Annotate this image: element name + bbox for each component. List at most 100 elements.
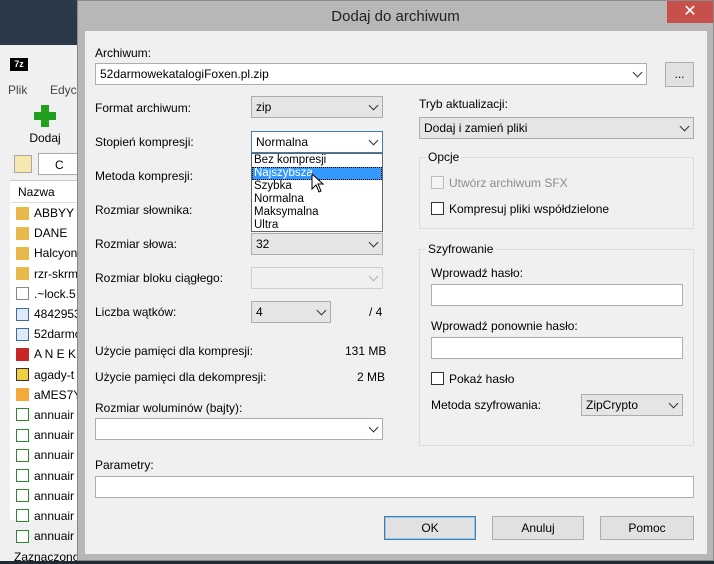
menu-edit[interactable]: Edyc — [50, 83, 77, 97]
compression-level-option[interactable]: Maksymalna — [252, 206, 382, 219]
spreadsheet-icon — [16, 489, 29, 503]
menu-file[interactable]: Plik — [8, 83, 27, 97]
compression-level-value: Normalna — [256, 135, 309, 149]
list-item-label: annuair — [34, 488, 75, 503]
compression-level-option[interactable]: Bez kompresji — [252, 154, 382, 167]
ok-button[interactable]: OK — [384, 516, 476, 540]
spreadsheet-icon — [16, 408, 29, 422]
folder-icon — [16, 246, 29, 260]
plus-icon — [34, 105, 56, 127]
chevron-down-icon — [368, 422, 379, 433]
chevron-down-icon — [368, 237, 379, 248]
archive-label: Archiwum: — [95, 46, 152, 60]
list-item-label: agady-t — [34, 367, 75, 382]
sfx-label: Utwórz archiwum SFX — [449, 176, 568, 190]
encryption-group: Szyfrowanie Wprowadź hasło: Wprowadź pon… — [419, 242, 694, 446]
password-repeat-label: Wprowadź ponownie hasło: — [431, 319, 578, 333]
folder-icon — [16, 226, 29, 240]
show-password-checkbox[interactable] — [431, 372, 444, 385]
spreadsheet-icon — [16, 469, 29, 483]
options-group-title: Opcje — [426, 150, 462, 164]
close-button[interactable]: ✕ — [667, 1, 713, 23]
compression-level-option[interactable]: Ultra — [252, 219, 382, 232]
compression-level-label: Stopień kompresji: — [95, 135, 194, 149]
spreadsheet-icon — [16, 428, 29, 442]
add-button-label: Dodaj — [29, 131, 61, 145]
word-size-label: Rozmiar słowa: — [95, 237, 178, 251]
folder-icon — [16, 267, 29, 281]
dialog-title: Dodaj do archiwum — [331, 8, 460, 25]
parameters-input[interactable] — [95, 476, 694, 498]
folder-up-icon[interactable] — [14, 155, 32, 173]
document-icon — [16, 307, 29, 321]
list-item-label: 4842953 — [34, 307, 81, 322]
pdf-icon — [16, 368, 29, 382]
dictionary-size-label: Rozmiar słownika: — [95, 203, 193, 217]
compression-level-select[interactable]: Normalna — [251, 131, 383, 153]
help-button[interactable]: Pomoc — [600, 516, 694, 540]
list-item-label: annuair — [34, 448, 75, 463]
chevron-down-icon — [632, 67, 643, 78]
dialog-client-area: Archiwum: 52darmowekatalogiFoxen.pl.zip … — [85, 31, 707, 554]
format-value: zip — [256, 100, 272, 114]
memory-compress-value: 131 MB — [345, 344, 387, 358]
list-item-label: Halcyon — [34, 246, 78, 261]
image-icon — [16, 388, 29, 402]
encryption-method-select[interactable]: ZipCrypto — [581, 394, 683, 416]
list-item-label: annuair — [34, 508, 75, 523]
compression-level-option[interactable]: Normalna — [252, 193, 382, 206]
sfx-checkbox[interactable] — [431, 176, 444, 189]
update-mode-value: Dodaj i zamień pliki — [424, 121, 528, 135]
options-group: Opcje Utwórz archiwum SFX Kompresuj plik… — [419, 150, 694, 229]
add-button[interactable]: Dodaj — [20, 105, 70, 145]
archive-path-value: 52darmowekatalogiFoxen.pl.zip — [100, 67, 269, 81]
word-size-select[interactable]: 32 — [251, 233, 383, 255]
acrobat-icon — [16, 347, 29, 361]
volume-size-label: Rozmiar woluminów (bajty): — [95, 401, 243, 415]
threads-value: 4 — [256, 305, 263, 319]
threads-select[interactable]: 4 — [251, 301, 331, 323]
word-size-value: 32 — [256, 237, 270, 251]
chevron-down-icon — [368, 271, 379, 282]
title-bar[interactable]: Dodaj do archiwum ✕ — [78, 1, 713, 31]
mouse-cursor-icon — [311, 173, 325, 193]
list-item-label: aMES7Y — [34, 387, 82, 402]
list-item-label: annuair — [34, 529, 75, 544]
spreadsheet-icon — [16, 509, 29, 523]
update-mode-select[interactable]: Dodaj i zamień pliki — [419, 117, 694, 139]
volume-size-combo[interactable] — [95, 418, 383, 440]
list-item-label: 52darmo — [34, 327, 82, 342]
list-item-label: A N E K — [34, 347, 77, 362]
folder-icon — [16, 206, 29, 220]
compress-shared-checkbox[interactable] — [431, 202, 444, 215]
memory-decompress-value: 2 MB — [357, 370, 386, 384]
status-bar-text: Zaznaczono — [14, 550, 80, 564]
spreadsheet-icon — [16, 529, 29, 543]
browse-button[interactable]: ... — [665, 62, 694, 87]
format-select[interactable]: zip — [251, 96, 383, 118]
add-to-archive-dialog: Dodaj do archiwum ✕ Archiwum: 52darmowek… — [77, 0, 714, 561]
chevron-down-icon — [368, 135, 379, 146]
list-item-label: ABBYY — [34, 206, 75, 221]
encryption-group-title: Szyfrowanie — [426, 242, 496, 256]
memory-decompress-label: Użycie pamięci dla dekompresji: — [95, 370, 267, 384]
list-item-label: .~lock.5 — [34, 286, 76, 301]
password-repeat-input[interactable] — [431, 337, 683, 359]
file-icon — [16, 287, 29, 301]
password-input[interactable] — [431, 284, 683, 306]
cancel-button[interactable]: Anuluj — [492, 516, 584, 540]
chevron-down-icon — [668, 398, 679, 409]
document-icon — [16, 327, 29, 341]
chevron-down-icon — [316, 305, 327, 316]
format-label: Format archiwum: — [95, 101, 192, 115]
solid-block-label: Rozmiar bloku ciągłego: — [95, 271, 224, 285]
chevron-down-icon — [368, 100, 379, 111]
archive-path-combo[interactable]: 52darmowekatalogiFoxen.pl.zip — [95, 63, 647, 85]
list-item-label: annuair — [34, 468, 75, 483]
solid-block-select[interactable] — [251, 267, 383, 289]
7zip-logo-icon: 7z — [10, 58, 28, 71]
password-label: Wprowadź hasło: — [431, 266, 524, 280]
parameters-label: Parametry: — [95, 458, 154, 472]
list-item-label: annuair — [34, 407, 75, 422]
list-item-label: rzr-skrm — [34, 266, 78, 281]
